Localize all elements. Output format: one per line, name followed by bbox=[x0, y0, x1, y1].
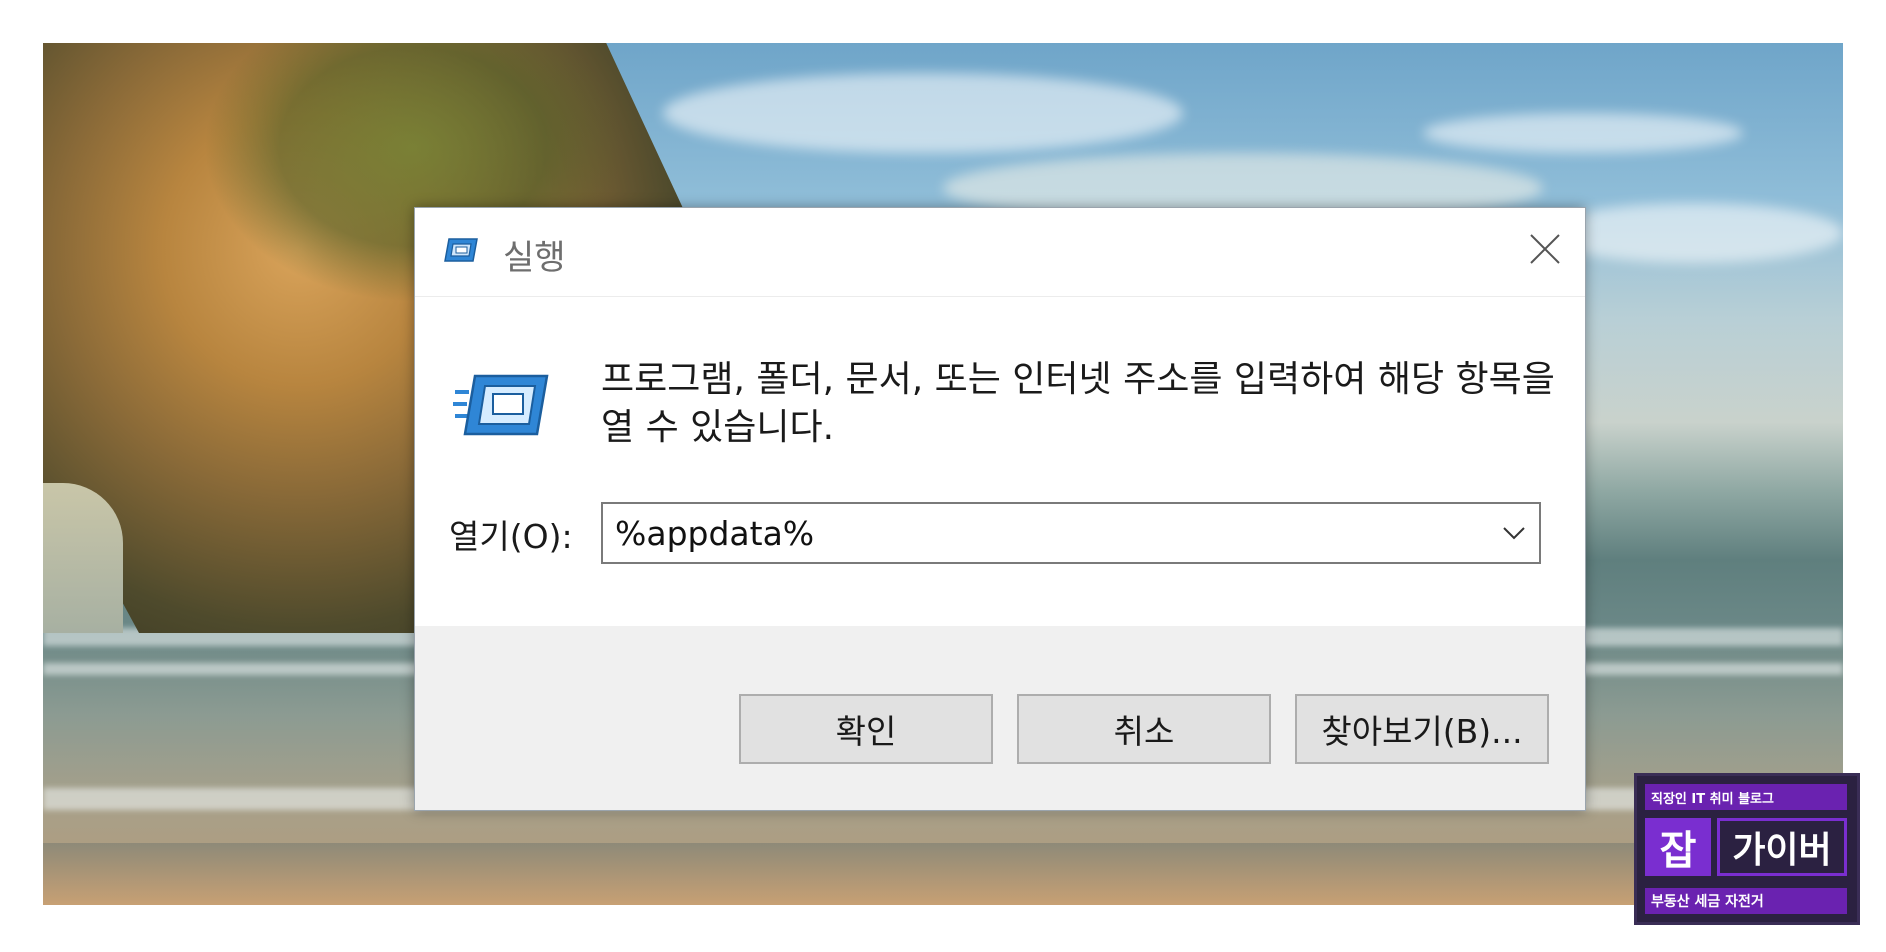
run-icon bbox=[443, 236, 479, 264]
dialog-title: 실행 bbox=[503, 238, 566, 278]
cloud bbox=[1423, 113, 1743, 153]
open-combobox[interactable]: %appdata% bbox=[601, 502, 1541, 564]
badge-bottom-text: 부동산 세금 자전거 bbox=[1645, 888, 1847, 914]
ok-button[interactable]: 확인 bbox=[739, 694, 993, 764]
button-bar: 확인 취소 찾아보기(B)... bbox=[415, 626, 1585, 810]
close-icon bbox=[1528, 232, 1562, 270]
title-separator bbox=[415, 296, 1585, 297]
badge-mark: 잡 bbox=[1645, 818, 1711, 876]
dropdown-button[interactable] bbox=[1497, 518, 1531, 548]
beach bbox=[43, 843, 1843, 905]
cloud bbox=[663, 73, 1183, 153]
run-icon bbox=[453, 370, 549, 440]
open-label: 열기(O): bbox=[449, 517, 573, 556]
open-input-value[interactable]: %appdata% bbox=[615, 514, 814, 553]
browse-button[interactable]: 찾아보기(B)... bbox=[1295, 694, 1549, 764]
cloud bbox=[1543, 203, 1843, 263]
close-button[interactable] bbox=[1505, 208, 1585, 294]
description-text: 프로그램, 폴더, 문서, 또는 인터넷 주소를 입력하여 해당 항목을 열 수… bbox=[601, 359, 1555, 448]
run-dialog: 실행 프로그램, 폴더, 문서, 또는 인터넷 주소를 입력하여 해당 항목을 … bbox=[414, 207, 1586, 811]
watermark-badge: 직장인 IT 취미 블로그 잡 가이버 부동산 세금 자전거 bbox=[1634, 773, 1860, 925]
badge-top-text: 직장인 IT 취미 블로그 bbox=[1645, 784, 1847, 810]
title-bar[interactable]: 실행 bbox=[415, 208, 1585, 294]
badge-name: 가이버 bbox=[1717, 818, 1847, 876]
chevron-down-icon bbox=[1503, 527, 1525, 540]
badge-logo: 잡 가이버 bbox=[1645, 818, 1847, 880]
cancel-button[interactable]: 취소 bbox=[1017, 694, 1271, 764]
